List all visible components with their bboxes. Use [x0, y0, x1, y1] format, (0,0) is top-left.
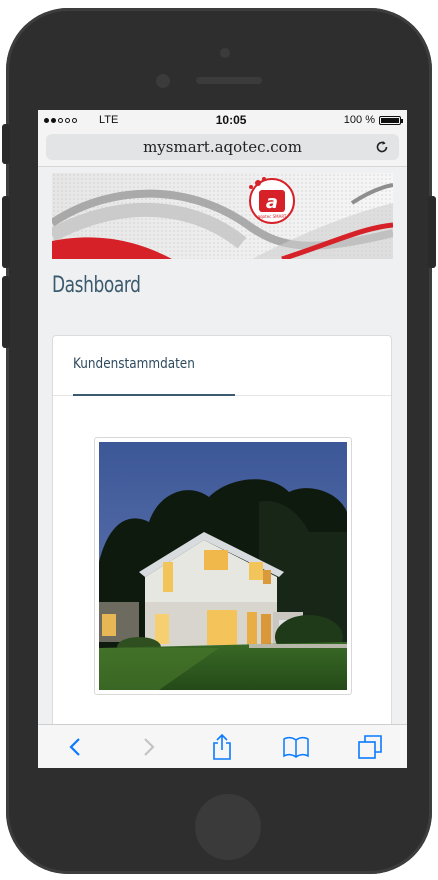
- address-bar[interactable]: mysmart.aqotec.com: [46, 134, 399, 160]
- customer-data-card: Kundenstammdaten: [52, 335, 392, 768]
- mute-switch: [2, 124, 10, 164]
- browser-toolbar: [38, 724, 407, 768]
- volume-down-button: [2, 276, 10, 348]
- back-button[interactable]: [59, 731, 91, 763]
- tabs-icon: [358, 734, 382, 759]
- house-photo: [99, 442, 347, 690]
- forward-icon: [143, 737, 155, 756]
- address-bar-area: mysmart.aqotec.com: [38, 130, 407, 167]
- bookmarks-button[interactable]: [280, 731, 312, 763]
- tab-bar: Kundenstammdaten: [53, 336, 391, 396]
- house-photo-frame: [94, 437, 352, 695]
- bookmarks-icon: [283, 736, 310, 758]
- tabs-button[interactable]: [354, 731, 386, 763]
- battery-icon: [378, 115, 403, 125]
- tab-kundenstammdaten[interactable]: Kundenstammdaten: [73, 356, 195, 372]
- battery-percent: 100 %: [343, 114, 375, 126]
- earpiece-speaker: [196, 77, 262, 84]
- page-title: Dashboard: [52, 273, 141, 298]
- battery-status: 100 %: [343, 114, 403, 126]
- home-button[interactable]: [195, 794, 261, 860]
- volume-up-button: [2, 196, 10, 268]
- share-icon: [213, 733, 232, 760]
- reload-icon[interactable]: [373, 138, 391, 156]
- svg-text:a: a: [266, 192, 278, 213]
- header-banner: a aqotec SMART: [52, 173, 393, 259]
- active-tab-indicator: [73, 394, 235, 396]
- screen: LTE 10:05 100 % mysmart.aqotec.com a aqo…: [38, 110, 407, 768]
- front-camera: [156, 74, 170, 88]
- share-button[interactable]: [206, 731, 238, 763]
- top-sensor: [220, 48, 230, 58]
- back-icon: [69, 737, 80, 756]
- logo-text: aqotec SMART: [258, 214, 287, 219]
- url-text: mysmart.aqotec.com: [143, 138, 302, 156]
- clock: 10:05: [215, 113, 247, 127]
- signal-strength: LTE: [44, 114, 118, 126]
- power-button: [428, 196, 436, 268]
- banner-artwork: a aqotec SMART: [52, 173, 393, 259]
- carrier-label: LTE: [99, 114, 119, 126]
- forward-button[interactable]: [133, 731, 165, 763]
- status-bar: LTE 10:05 100 %: [38, 110, 407, 130]
